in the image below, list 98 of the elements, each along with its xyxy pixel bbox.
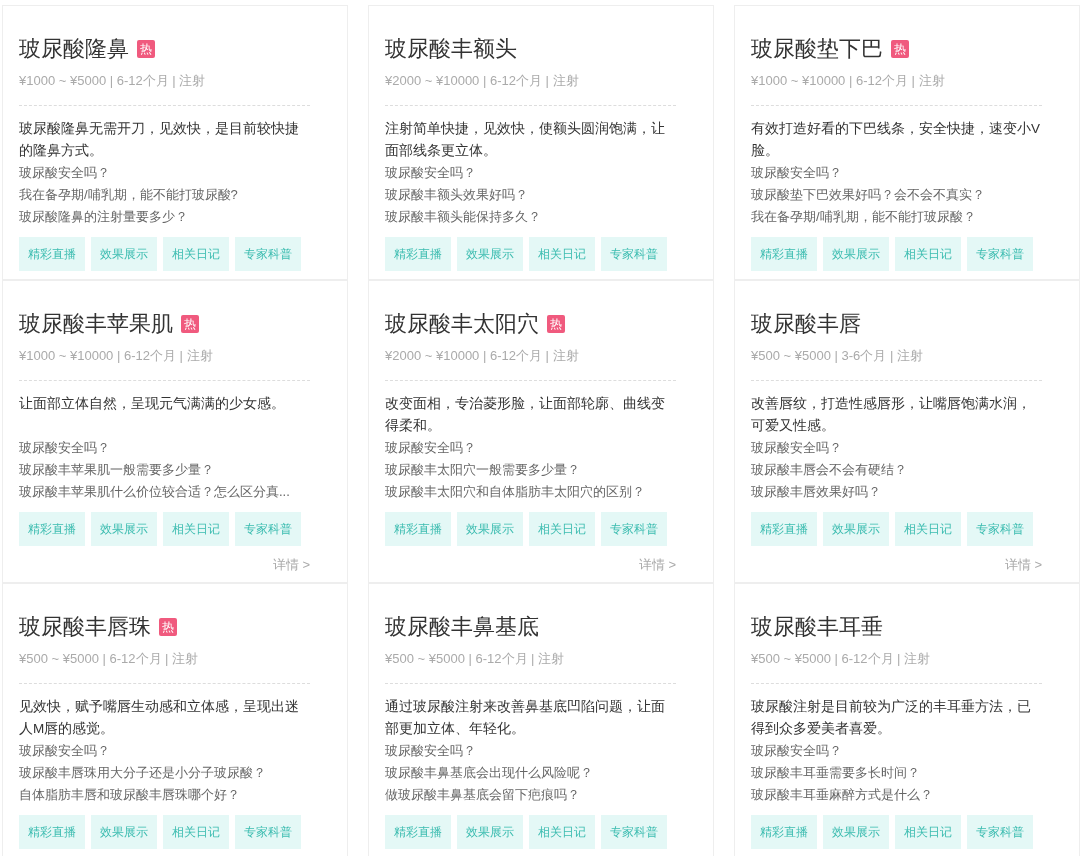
price-info: ¥500 ~ ¥5000 | 3-6个月 | 注射 [751, 347, 924, 365]
question-link[interactable]: 我在备孕期/哺乳期，能不能打玻尿酸? [19, 187, 238, 202]
tag-button[interactable]: 效果展示 [823, 815, 889, 849]
price-info: ¥1000 ~ ¥5000 | 6-12个月 | 注射 [19, 72, 207, 90]
tag-button[interactable]: 相关日记 [529, 815, 595, 849]
hot-badge: 热 [159, 618, 177, 636]
question-link[interactable]: 玻尿酸安全吗？ [19, 165, 110, 180]
question-link[interactable]: 玻尿酸垫下巴效果好吗？会不会不真实？ [751, 187, 985, 202]
tag-button[interactable]: 精彩直播 [751, 237, 817, 271]
tag-button[interactable]: 相关日记 [895, 512, 961, 546]
tag-button[interactable]: 专家科普 [235, 237, 301, 271]
question-link[interactable]: 玻尿酸丰鼻基底会出现什么风险呢？ [385, 765, 593, 780]
tag-button[interactable]: 精彩直播 [751, 815, 817, 849]
card-title: 玻尿酸丰耳垂 [751, 613, 883, 641]
question-link[interactable]: 玻尿酸丰耳垂麻醉方式是什么？ [751, 787, 933, 802]
tag-button[interactable]: 精彩直播 [385, 237, 451, 271]
question-link[interactable]: 玻尿酸安全吗？ [751, 440, 842, 455]
tag-button[interactable]: 效果展示 [457, 815, 523, 849]
question-link[interactable]: 我在备孕期/哺乳期，能不能打玻尿酸？ [751, 209, 976, 224]
price-info: ¥500 ~ ¥5000 | 6-12个月 | 注射 [751, 650, 932, 668]
tag-button[interactable]: 精彩直播 [19, 815, 85, 849]
details-link[interactable]: 详情 > [1004, 557, 1042, 572]
tag-button[interactable]: 精彩直播 [385, 815, 451, 849]
question-link[interactable]: 做玻尿酸丰鼻基底会留下疤痕吗？ [385, 787, 580, 802]
card-title: 玻尿酸丰太阳穴 [385, 310, 539, 338]
hot-badge: 热 [181, 315, 199, 333]
description: 改善唇纹，打造性感唇形，让嘴唇饱满水润，可爱又性感。 [751, 395, 1032, 435]
tag-button[interactable]: 效果展示 [457, 237, 523, 271]
question-link[interactable]: 自体脂肪丰唇和玻尿酸丰唇珠哪个好？ [19, 787, 240, 802]
question-link[interactable]: 玻尿酸丰唇会不会有硬结？ [751, 462, 907, 477]
question-link[interactable]: 玻尿酸安全吗？ [751, 165, 842, 180]
question-link[interactable]: 玻尿酸安全吗？ [751, 743, 842, 758]
card-title: 玻尿酸丰苹果肌 [19, 310, 173, 338]
hot-badge: 热 [547, 315, 565, 333]
tag-button[interactable]: 精彩直播 [19, 512, 85, 546]
tag-button[interactable]: 相关日记 [529, 512, 595, 546]
tag-button[interactable]: 效果展示 [457, 512, 523, 546]
tag-button[interactable]: 专家科普 [601, 512, 667, 546]
hot-badge: 热 [891, 40, 909, 58]
question-link[interactable]: 玻尿酸丰唇效果好吗？ [751, 484, 881, 499]
tag-button[interactable]: 相关日记 [163, 237, 229, 271]
tag-button[interactable]: 效果展示 [91, 815, 157, 849]
question-link[interactable]: 玻尿酸隆鼻的注射量要多少？ [19, 209, 188, 224]
question-link[interactable]: 玻尿酸安全吗？ [385, 165, 476, 180]
price-info: ¥2000 ~ ¥10000 | 6-12个月 | 注射 [385, 347, 580, 365]
price-info: ¥2000 ~ ¥10000 | 6-12个月 | 注射 [385, 72, 580, 90]
description: 改变面相，专治菱形脸，让面部轮廓、曲线变得柔和。 [385, 395, 666, 435]
tag-button[interactable]: 相关日记 [529, 237, 595, 271]
tag-button[interactable]: 效果展示 [91, 512, 157, 546]
question-link[interactable]: 玻尿酸安全吗？ [19, 440, 110, 455]
description: 玻尿酸隆鼻无需开刀，见效快，是目前较快捷的隆鼻方式。 [19, 120, 300, 160]
question-link[interactable]: 玻尿酸丰唇珠用大分子还是小分子玻尿酸？ [19, 765, 266, 780]
details-link[interactable]: 详情 > [638, 557, 676, 572]
tag-button[interactable]: 专家科普 [601, 815, 667, 849]
tag-button[interactable]: 专家科普 [235, 815, 301, 849]
question-link[interactable]: 玻尿酸安全吗？ [19, 743, 110, 758]
description: 有效打造好看的下巴线条，安全快捷，速变小V脸。 [751, 120, 1041, 160]
card-title: 玻尿酸隆鼻 [19, 35, 129, 63]
description: 见效快，赋予嘴唇生动感和立体感，呈现出迷人M唇的感觉。 [19, 698, 300, 738]
price-info: ¥500 ~ ¥5000 | 6-12个月 | 注射 [19, 650, 200, 668]
tag-button[interactable]: 精彩直播 [751, 512, 817, 546]
card-title: 玻尿酸丰唇 [751, 310, 861, 338]
tag-button[interactable]: 专家科普 [967, 512, 1033, 546]
card-title: 玻尿酸丰唇珠 [19, 613, 151, 641]
tag-button[interactable]: 相关日记 [163, 815, 229, 849]
question-link[interactable]: 玻尿酸丰苹果肌什么价位较合适？怎么区分真... [19, 484, 290, 499]
tag-button[interactable]: 专家科普 [967, 237, 1033, 271]
price-info: ¥1000 ~ ¥10000 | 6-12个月 | 注射 [19, 347, 214, 365]
description: 通过玻尿酸注射来改善鼻基底凹陷问题，让面部更加立体、年轻化。 [385, 698, 666, 738]
description: 让面部立体自然，呈现元气满满的少女感。 [19, 395, 286, 413]
tag-button[interactable]: 效果展示 [91, 237, 157, 271]
question-link[interactable]: 玻尿酸丰太阳穴和自体脂肪丰太阳穴的区别？ [385, 484, 645, 499]
tag-button[interactable]: 专家科普 [967, 815, 1033, 849]
description: 注射简单快捷，见效快，使额头圆润饱满，让面部线条更立体。 [385, 120, 666, 160]
card-title: 玻尿酸垫下巴 [751, 35, 883, 63]
question-link[interactable]: 玻尿酸安全吗？ [385, 743, 476, 758]
card-title: 玻尿酸丰鼻基底 [385, 613, 539, 641]
tag-button[interactable]: 效果展示 [823, 512, 889, 546]
details-link[interactable]: 详情 > [272, 557, 310, 572]
tag-button[interactable]: 精彩直播 [19, 237, 85, 271]
tag-button[interactable]: 专家科普 [235, 512, 301, 546]
price-info: ¥1000 ~ ¥10000 | 6-12个月 | 注射 [751, 72, 946, 90]
hot-badge: 热 [137, 40, 155, 58]
tag-button[interactable]: 效果展示 [823, 237, 889, 271]
question-link[interactable]: 玻尿酸丰额头能保持多久？ [385, 209, 541, 224]
tag-button[interactable]: 相关日记 [895, 237, 961, 271]
price-info: ¥500 ~ ¥5000 | 6-12个月 | 注射 [385, 650, 566, 668]
tag-button[interactable]: 专家科普 [601, 237, 667, 271]
question-link[interactable]: 玻尿酸安全吗？ [385, 440, 476, 455]
tag-button[interactable]: 精彩直播 [385, 512, 451, 546]
tag-button[interactable]: 相关日记 [163, 512, 229, 546]
question-link[interactable]: 玻尿酸丰额头效果好吗？ [385, 187, 528, 202]
question-link[interactable]: 玻尿酸丰耳垂需要多长时间？ [751, 765, 920, 780]
question-link[interactable]: 玻尿酸丰苹果肌一般需要多少量？ [19, 462, 214, 477]
card-title: 玻尿酸丰额头 [385, 35, 517, 63]
tag-button[interactable]: 相关日记 [895, 815, 961, 849]
question-link[interactable]: 玻尿酸丰太阳穴一般需要多少量？ [385, 462, 580, 477]
description: 玻尿酸注射是目前较为广泛的丰耳垂方法，已得到众多爱美者喜爱。 [751, 698, 1032, 738]
